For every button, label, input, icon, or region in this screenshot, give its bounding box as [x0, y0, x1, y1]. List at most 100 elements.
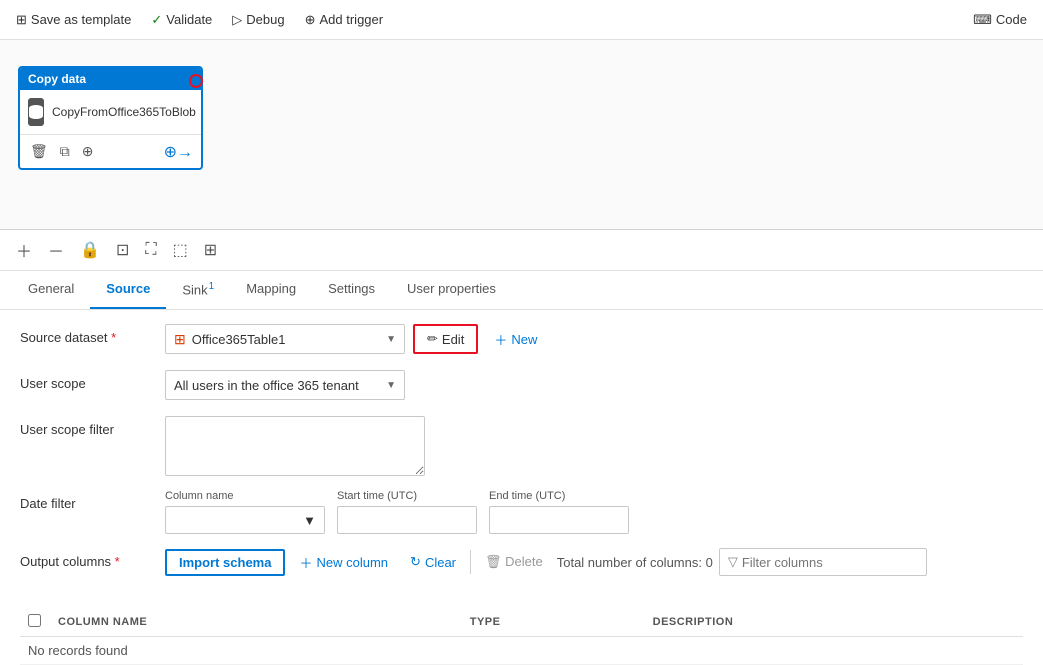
- node-body: CopyFromOffice365ToBlob: [20, 90, 201, 134]
- clear-label: Clear: [425, 555, 456, 570]
- user-scope-filter-row: User scope filter: [20, 416, 1023, 476]
- user-scope-filter-controls: [165, 416, 1023, 476]
- save-template-icon: ⊞: [16, 12, 27, 28]
- table-body: No records found: [20, 637, 1023, 665]
- source-dataset-value: Office365Table1: [192, 332, 380, 347]
- new-column-plus-icon: ＋: [299, 553, 312, 572]
- column-name-label: Column name: [165, 490, 325, 502]
- validate-icon: ✓: [151, 12, 162, 28]
- select-all-header: [20, 608, 50, 637]
- grid-button[interactable]: ⊞: [200, 238, 221, 262]
- user-scope-controls: All users in the office 365 tenant ▼: [165, 370, 1023, 400]
- column-dropdown-arrow: ▼: [303, 513, 316, 528]
- clear-button[interactable]: ↻ Clear: [402, 550, 464, 574]
- user-scope-value: All users in the office 365 tenant: [174, 378, 380, 393]
- clear-refresh-icon: ↻: [410, 554, 421, 570]
- node-title: CopyFromOffice365ToBlob: [52, 105, 196, 119]
- select-button[interactable]: ⬚: [169, 238, 192, 262]
- node-header: Copy data: [20, 68, 201, 90]
- new-column-label: New column: [317, 555, 389, 570]
- output-columns-row: Output columns * Import schema ＋ New col…: [20, 548, 1023, 580]
- mini-toolbar: ＋ － 🔒 ⊡ ⛶ ⬚ ⊞: [0, 230, 1043, 271]
- zoom-in-button[interactable]: ＋: [12, 236, 36, 264]
- required-mark: *: [111, 330, 116, 345]
- column-name-dropdown[interactable]: ▼: [165, 506, 325, 534]
- code-icon: ⌨: [973, 12, 992, 28]
- user-scope-filter-label: User scope filter: [20, 416, 165, 437]
- delete-label: Delete: [505, 554, 543, 569]
- zoom-out-button[interactable]: －: [44, 236, 68, 264]
- filter-icon: ▽: [728, 554, 738, 570]
- column-name-group: Column name ▼: [165, 490, 325, 534]
- lock-button[interactable]: 🔒: [76, 238, 104, 262]
- filter-columns-input[interactable]: [742, 555, 918, 570]
- start-time-input[interactable]: [337, 506, 477, 534]
- edit-pencil-icon: ✏: [427, 331, 438, 347]
- tab-settings[interactable]: Settings: [312, 271, 391, 309]
- columns-table: COLUMN NAME TYPE DESCRIPTION No records …: [20, 608, 1023, 665]
- tab-user-properties[interactable]: User properties: [391, 271, 512, 309]
- user-scope-arrow-icon: ▼: [386, 380, 396, 391]
- output-required-mark: *: [115, 554, 120, 569]
- add-trigger-label: Add trigger: [320, 12, 384, 27]
- user-scope-label: User scope: [20, 370, 165, 391]
- node-actions: 🗑 ⧉ ⊕ ⊕→: [20, 134, 201, 168]
- copy-node-button[interactable]: ⧉: [58, 141, 72, 162]
- import-schema-label: Import schema: [179, 555, 271, 570]
- tab-bar: General Source Sink1 Mapping Settings Us…: [0, 271, 1043, 310]
- tab-general[interactable]: General: [12, 271, 90, 309]
- edit-button[interactable]: ✏ Edit: [413, 324, 478, 354]
- no-records-label: No records found: [28, 643, 128, 658]
- form-area: Source dataset * ⊞ Office365Table1 ▼ ✏ E…: [0, 310, 1043, 608]
- source-dataset-controls: ⊞ Office365Table1 ▼ ✏ Edit ＋ New: [165, 324, 1023, 354]
- table-header-row: COLUMN NAME TYPE DESCRIPTION: [20, 608, 1023, 637]
- source-dataset-dropdown[interactable]: ⊞ Office365Table1 ▼: [165, 324, 405, 354]
- add-trigger-icon: ⊕: [305, 12, 316, 28]
- validate-button[interactable]: ✓ Validate: [143, 8, 220, 32]
- add-trigger-button[interactable]: ⊕ Add trigger: [297, 8, 392, 32]
- edit-label: Edit: [442, 332, 464, 347]
- copy-data-node[interactable]: Copy data CopyFromOffice365ToBlob 🗑 ⧉ ⊕ …: [18, 66, 203, 170]
- scan-button[interactable]: ⊡: [112, 238, 133, 262]
- toolbar-divider: [470, 550, 471, 574]
- tab-sink[interactable]: Sink1: [166, 271, 230, 309]
- select-all-checkbox[interactable]: [28, 614, 41, 627]
- clone-node-button[interactable]: ⊕: [80, 141, 96, 162]
- tab-mapping[interactable]: Mapping: [230, 271, 312, 309]
- code-button[interactable]: ⌨ Code: [965, 8, 1035, 32]
- end-time-label: End time (UTC): [489, 490, 629, 502]
- new-label: New: [511, 332, 537, 347]
- tab-source[interactable]: Source: [90, 271, 166, 309]
- delete-node-button[interactable]: 🗑: [28, 141, 50, 162]
- user-scope-dropdown[interactable]: All users in the office 365 tenant ▼: [165, 370, 405, 400]
- debug-label: Debug: [246, 12, 284, 27]
- new-button[interactable]: ＋ New: [486, 326, 545, 353]
- add-next-button[interactable]: ⊕→: [164, 141, 193, 162]
- database-icon: [28, 98, 44, 126]
- save-template-label: Save as template: [31, 12, 131, 27]
- code-label: Code: [996, 12, 1027, 27]
- start-time-group: Start time (UTC): [337, 490, 477, 534]
- validate-label: Validate: [166, 12, 212, 27]
- user-scope-filter-input[interactable]: [165, 416, 425, 476]
- canvas-area: Copy data CopyFromOffice365ToBlob 🗑 ⧉ ⊕ …: [0, 40, 1043, 230]
- date-filter-label: Date filter: [20, 490, 165, 511]
- delete-button[interactable]: 🗑 Delete: [477, 550, 551, 574]
- delete-icon: 🗑: [485, 554, 502, 569]
- end-time-input[interactable]: [489, 506, 629, 534]
- user-scope-row: User scope All users in the office 365 t…: [20, 370, 1023, 402]
- save-template-button[interactable]: ⊞ Save as template: [8, 8, 139, 32]
- date-filter-controls: Column name ▼ Start time (UTC) End time …: [165, 490, 1023, 534]
- import-schema-button[interactable]: Import schema: [165, 549, 285, 576]
- columns-table-container: COLUMN NAME TYPE DESCRIPTION No records …: [0, 608, 1043, 665]
- date-filter-row: Date filter Column name ▼ Start time (UT…: [20, 490, 1023, 534]
- new-column-button[interactable]: ＋ New column: [291, 549, 396, 576]
- debug-button[interactable]: ▷ Debug: [224, 8, 292, 32]
- no-records-row: No records found: [20, 637, 1023, 665]
- start-time-label: Start time (UTC): [337, 490, 477, 502]
- fit-button[interactable]: ⛶: [141, 239, 160, 261]
- debug-icon: ▷: [232, 12, 242, 28]
- validation-error-indicator: [189, 74, 203, 88]
- output-columns-controls: Import schema ＋ New column ↻ Clear 🗑 Del…: [165, 548, 1023, 576]
- dropdown-arrow-icon: ▼: [386, 334, 396, 345]
